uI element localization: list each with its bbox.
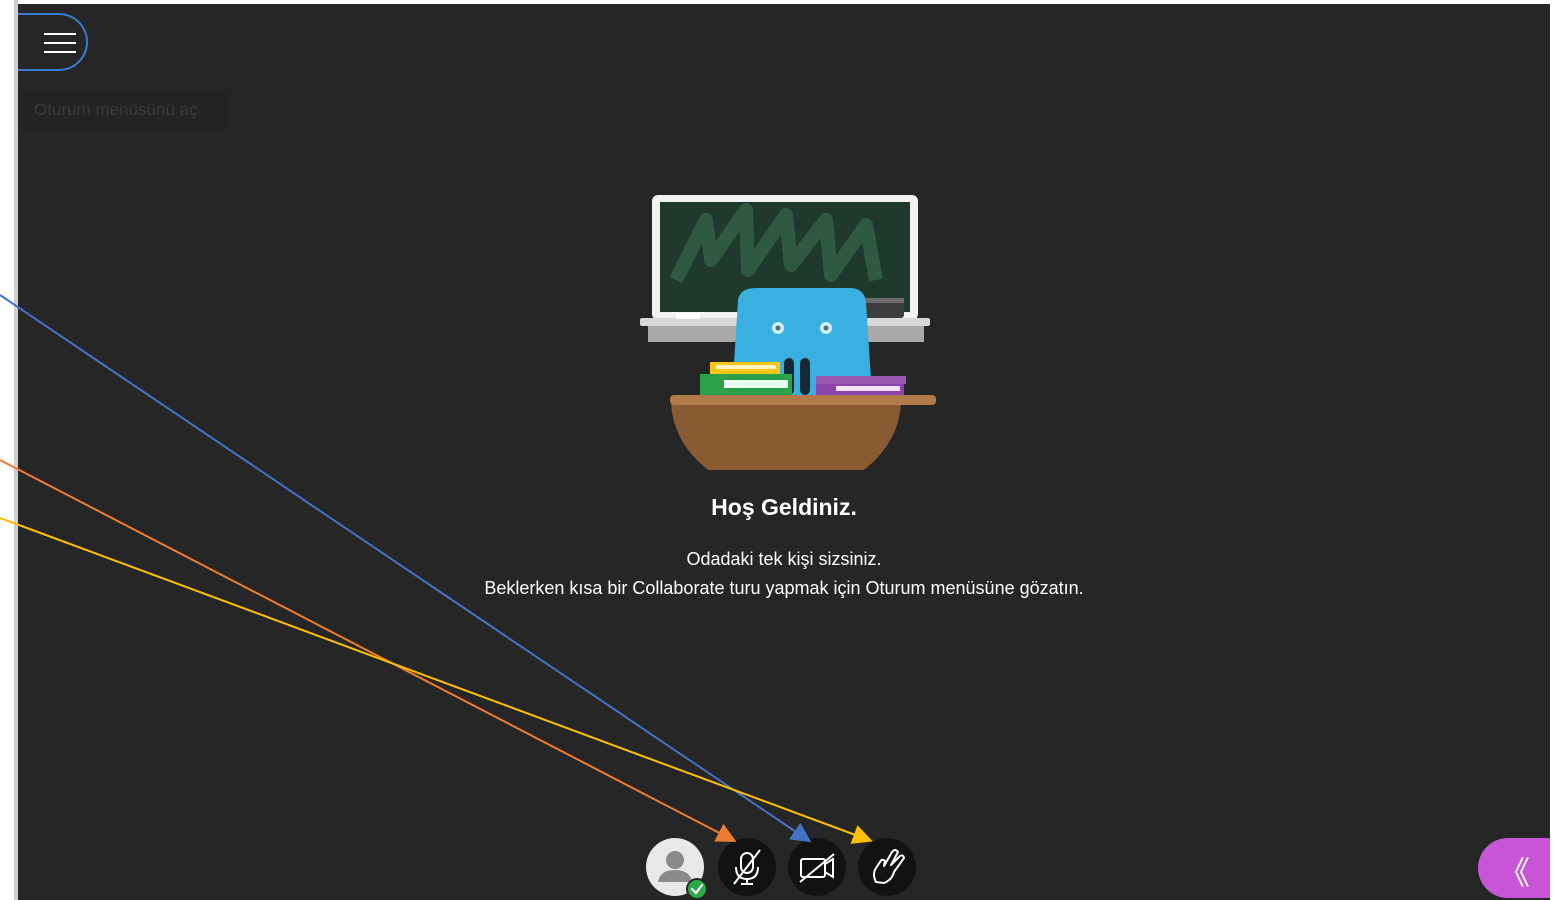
hamburger-menu-icon	[44, 33, 76, 60]
menu-tooltip: Oturum menüsünü aç	[20, 90, 230, 130]
left-margin	[0, 0, 14, 900]
welcome-message-line-2: Beklerken kısa bir Collaborate turu yapm…	[484, 578, 1084, 598]
open-collaborate-panel-button[interactable]: 《	[1478, 838, 1550, 898]
camera-toggle-button[interactable]	[788, 838, 846, 896]
check-icon	[686, 878, 708, 900]
session-stage: Oturum menüsünü aç Hoş Geldiniz. Odadaki…	[18, 4, 1550, 900]
microphone-toggle-button[interactable]	[718, 838, 776, 896]
classroom-illustration	[640, 195, 936, 470]
my-profile-button[interactable]	[646, 838, 708, 900]
welcome-message-line-1: Odadaki tek kişi sizsiniz.	[686, 549, 882, 569]
camera-off-icon	[799, 853, 835, 883]
open-session-menu-button[interactable]	[18, 13, 88, 71]
raise-hand-icon	[873, 849, 905, 884]
welcome-title: Hoş Geldiniz.	[711, 494, 857, 520]
microphone-off-icon	[733, 849, 761, 885]
double-chevron-left-icon: 《	[1498, 854, 1531, 892]
raise-hand-button[interactable]	[858, 838, 916, 896]
right-margin	[1550, 0, 1560, 900]
